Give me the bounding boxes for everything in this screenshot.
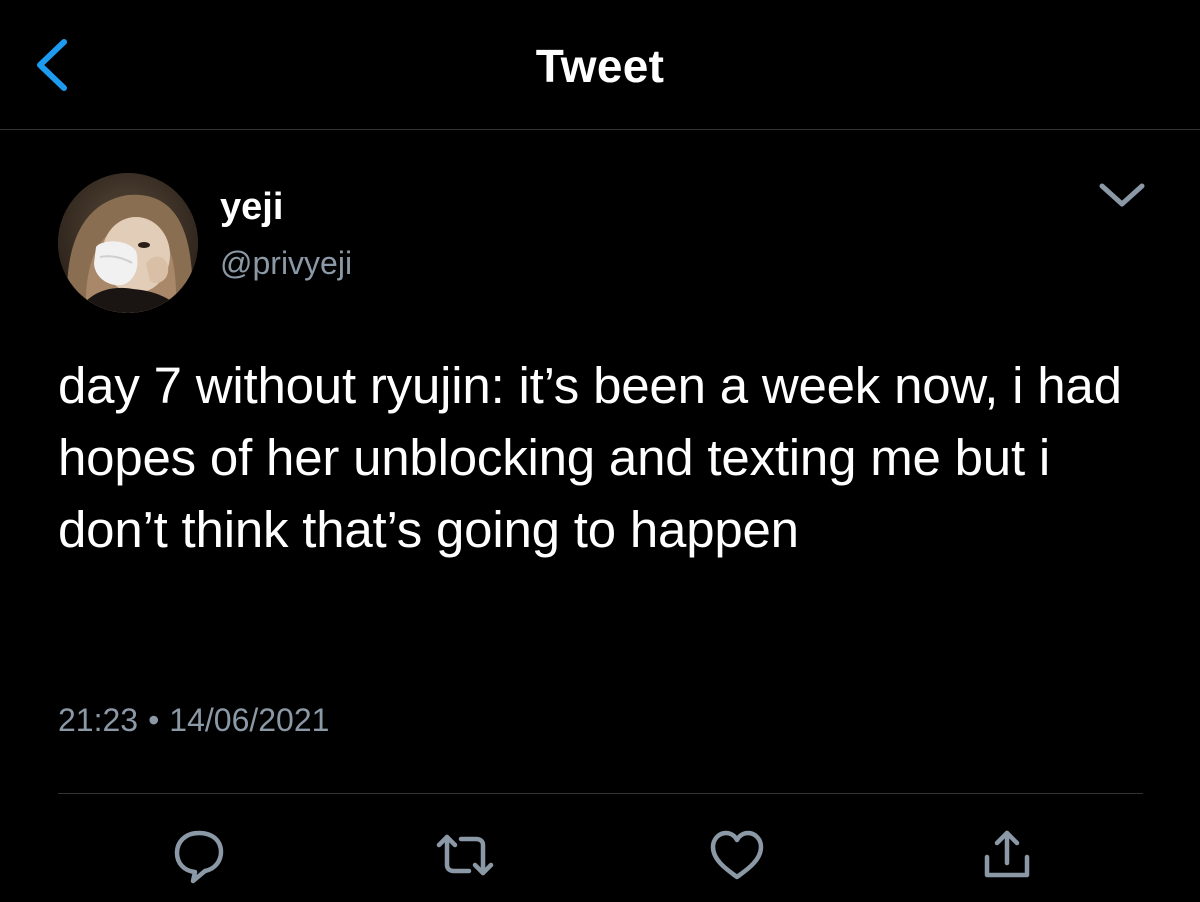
divider <box>58 793 1143 794</box>
tweet-time: 21:23 <box>58 702 139 738</box>
action-bar <box>0 820 1200 890</box>
author-display-name[interactable]: yeji <box>220 184 283 230</box>
share-icon <box>984 830 1030 878</box>
avatar[interactable] <box>58 173 198 313</box>
retweet-icon <box>436 834 494 876</box>
page-title: Tweet <box>535 40 665 92</box>
avatar-photo <box>58 173 198 313</box>
top-bar: Tweet <box>0 0 1200 130</box>
like-button[interactable] <box>702 820 772 890</box>
tweet-date: 14/06/2021 <box>169 702 330 738</box>
tweet-text: day 7 without ryujin: it’s been a week n… <box>58 357 1122 558</box>
meta-separator: • <box>148 702 160 738</box>
tweet-timestamp[interactable]: 21:23 • 14/06/2021 <box>58 698 329 742</box>
heart-icon <box>710 830 764 880</box>
share-button[interactable] <box>972 820 1042 890</box>
reply-icon <box>174 830 224 884</box>
retweet-button[interactable] <box>430 820 500 890</box>
author-handle[interactable]: @privyeji <box>220 243 352 283</box>
reply-button[interactable] <box>164 820 234 890</box>
chevron-down-icon <box>1099 183 1145 207</box>
more-options-button[interactable] <box>1092 172 1152 222</box>
